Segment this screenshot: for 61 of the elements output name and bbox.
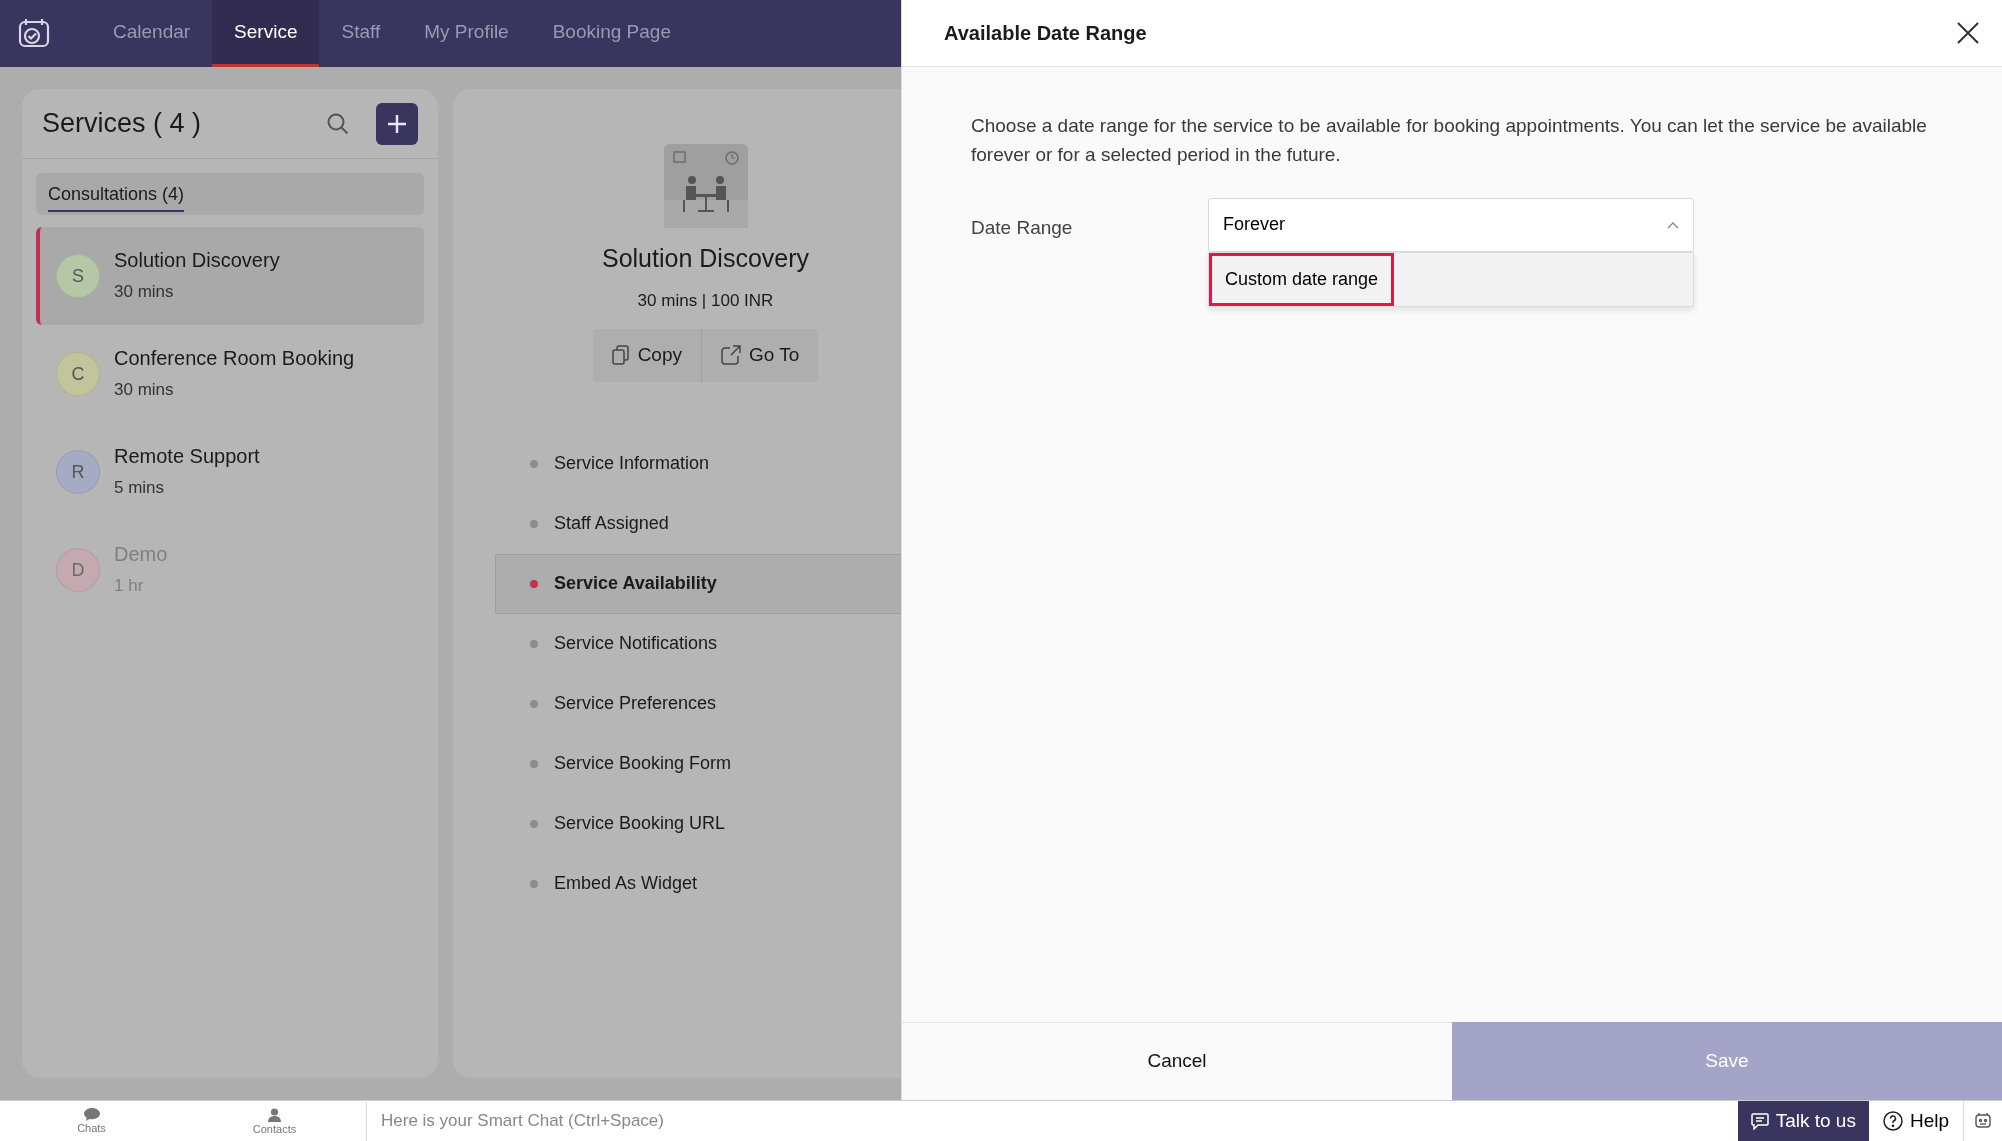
service-name: Solution Discovery [602,243,809,274]
chats-button[interactable]: Chats [0,1107,183,1135]
category-header[interactable]: Consultations (4) [36,173,424,215]
service-item[interactable]: S Solution Discovery 30 mins [36,227,424,325]
chat-bubble-icon [1750,1112,1769,1130]
bullet-dot [530,819,538,828]
search-icon[interactable] [326,111,350,136]
dropdown-option[interactable]: Custom date range [1209,252,1395,306]
avatar-circle: C [56,352,100,396]
menu-item[interactable]: Service Preferences [495,673,901,734]
service-name: Remote Support [114,444,260,470]
service-duration: 30 mins [114,281,175,304]
bullet-dot [530,639,538,648]
menu-item[interactable]: Service Availability [495,553,901,614]
nav-tab[interactable]: Calendar [91,0,213,67]
person-icon [268,1107,281,1122]
bot-icon[interactable] [1974,1112,1992,1130]
menu-item[interactable]: Staff Assigned [495,493,901,554]
menu-item[interactable]: Embed As Widget [495,853,901,914]
panel-title: Services ( 4 ) [42,107,203,141]
date-range-dropdown[interactable]: Forever [1208,197,1694,252]
chat-icon [83,1108,100,1121]
avatar-circle: R [56,450,100,494]
menu-item[interactable]: Service Booking URL [495,793,901,854]
bullet-dot [530,759,538,768]
bullet-dot [530,699,538,708]
nav-tab[interactable]: Booking Page [530,0,693,67]
nav-tab[interactable]: Service [212,0,320,67]
avatar-circle: S [56,254,100,298]
menu-item[interactable]: Service Information [495,433,901,494]
chevron-up-icon [1667,220,1679,229]
bullet-dot [530,879,538,888]
menu-item[interactable]: Service Notifications [495,613,901,674]
nav-tab[interactable]: Staff [319,0,403,67]
service-meta: 30 mins | 100 INR [637,289,774,312]
service-duration: 5 mins [114,477,166,500]
bullet-dot [530,519,538,528]
copy-icon [611,345,630,366]
avatar-circle: D [56,548,100,592]
menu-item[interactable]: Service Booking Form [495,733,901,794]
logo-icon [17,16,51,50]
service-name: Conference Room Booking [114,346,355,372]
service-item[interactable]: C Conference Room Booking 30 mins [36,325,424,423]
category-label: Consultations (4) [48,184,185,212]
talk-to-us-button[interactable]: Talk to us [1737,1101,1869,1141]
help-icon [1882,1111,1903,1131]
bullet-dot [530,459,538,468]
service-name: Solution Discovery [114,248,280,274]
copy-button[interactable]: Copy [592,329,701,382]
service-duration: 30 mins [114,379,175,402]
dialog-title: Available Date Range [944,21,1148,46]
go-to-button[interactable]: Go To [701,329,819,382]
external-link-icon [721,345,741,366]
service-item[interactable]: R Remote Support 5 mins [36,423,424,521]
dialog-description: Choose a date range for the service to be available for booking appointments. You can let the service be available forever or for a selected period in the future. [971,114,1928,168]
nav-tab[interactable]: My Profile [402,0,531,67]
add-button[interactable] [376,102,418,145]
plus-icon [386,112,408,135]
contacts-button[interactable]: Contacts [183,1106,366,1136]
bullet-dot [530,579,538,588]
field-label: Date Range [971,215,1074,240]
